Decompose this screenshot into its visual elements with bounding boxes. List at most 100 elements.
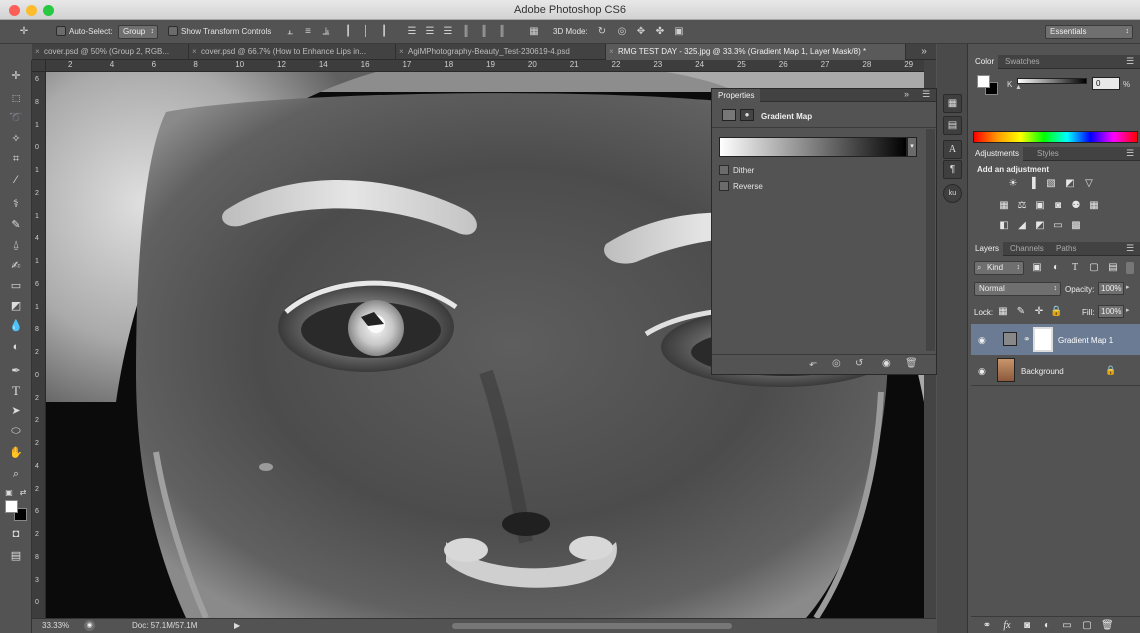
move-tool-icon[interactable]: ✛ [8,68,24,84]
auto-align-icon[interactable]: ▦ [526,24,542,40]
filter-shape-icon[interactable]: ▢ [1088,262,1100,274]
distribute-vcenter-icon[interactable]: ☰ [422,24,438,40]
document-tab[interactable]: × cover.psd @ 50% (Group 2, RGB... [32,44,189,60]
distribute-right-icon[interactable]: ║ [494,24,510,40]
eyedropper-tool-icon[interactable]: ⁄ [8,172,24,188]
status-menu-arrow-icon[interactable]: ▶ [234,621,240,630]
path-selection-tool-icon[interactable]: ➤ [8,403,24,419]
ruler-origin[interactable] [32,60,46,72]
filter-adjustment-icon[interactable]: ◐ [1050,262,1062,274]
3d-roll-icon[interactable]: ◎ [614,24,630,40]
tab-layers[interactable]: Layers [971,242,1004,256]
close-tab-icon[interactable]: × [192,44,197,60]
layer-visibility-eye-icon[interactable]: ◉ [978,366,986,377]
gradient-dropdown-arrow-icon[interactable]: ▾ [907,137,917,157]
align-bottom-icon[interactable]: ⫡ [318,24,334,40]
filter-toggle[interactable] [1126,262,1134,274]
lock-image-icon[interactable]: ✎ [1015,306,1027,318]
paragraph-panel-icon[interactable]: ¶ [943,160,962,179]
filter-type-icon[interactable]: T [1069,262,1081,274]
exposure-icon[interactable]: ◩ [1064,178,1076,190]
panel-menu-icon[interactable]: ☰ [922,89,930,100]
history-brush-tool-icon[interactable]: ✍ [8,258,24,274]
selective-color-icon[interactable]: ▩ [1070,220,1082,232]
zoom-level[interactable]: 33.33% [42,621,69,630]
properties-scrollbar[interactable] [926,129,935,351]
panel-menu-icon[interactable]: ☰ [1126,56,1134,67]
photo-filter-icon[interactable]: ◙ [1052,200,1064,212]
tab-overflow-icon[interactable]: » [916,44,932,60]
align-hcenter-icon[interactable]: │ [358,24,374,40]
align-top-icon[interactable]: ⫠ [282,24,298,40]
properties-tab[interactable]: Properties [712,89,761,102]
color-lookup-icon[interactable]: ▦ [1088,200,1100,212]
dither-checkbox[interactable] [719,165,729,175]
plugin-panel-icon[interactable]: ku [943,184,962,203]
quick-selection-tool-icon[interactable]: ✧ [8,131,24,147]
vibrance-icon[interactable]: ▽ [1083,178,1095,190]
lock-position-icon[interactable]: ✛ [1033,306,1045,318]
tab-styles[interactable]: Styles [1033,147,1063,161]
panel-menu-icon[interactable]: ☰ [1126,243,1134,254]
collapse-panel-icon[interactable]: » [904,89,909,99]
history-panel-icon[interactable]: ▦ [943,94,962,113]
adjustment-mode-icon[interactable] [722,109,736,121]
document-tab[interactable]: × cover.psd @ 66.7% (How to Enhance Lips … [189,44,396,60]
quick-mask-icon[interactable]: ◘ [8,526,24,542]
show-transform-checkbox[interactable] [168,26,178,36]
ellipse-tool-icon[interactable]: ⬭ [8,423,24,439]
lock-all-icon[interactable]: 🔒 [1050,306,1062,318]
3d-scale-icon[interactable]: ▣ [671,24,687,40]
k-slider[interactable] [1017,78,1087,84]
move-tool-preset-icon[interactable]: ✛ [16,24,32,40]
properties-panel-icon[interactable]: ▤ [943,116,962,135]
align-left-icon[interactable]: ┃ [340,24,356,40]
blur-tool-icon[interactable]: 💧 [8,318,24,334]
status-info-icon[interactable]: ◉ [84,620,95,631]
screen-mode-icon[interactable]: ▤ [8,548,24,564]
close-tab-icon[interactable]: × [609,44,614,60]
auto-select-dropdown[interactable]: Group [118,25,158,39]
invert-icon[interactable]: ◧ [998,220,1010,232]
k-slider-handle-icon[interactable]: ▲ [1015,84,1022,91]
dodge-tool-icon[interactable]: ◐ [8,339,24,355]
layer-name[interactable]: Background [1021,367,1064,376]
fill-input[interactable]: 100% [1098,305,1124,318]
layer-style-fx-icon[interactable]: fx [1001,620,1013,632]
paint-bucket-tool-icon[interactable]: ◩ [8,298,24,314]
clip-to-layer-icon[interactable]: ⬐ [809,358,817,369]
document-tab-active[interactable]: × RMG TEST DAY - 325.jpg @ 33.3% (Gradien… [606,44,906,60]
distribute-top-icon[interactable]: ☰ [404,24,420,40]
view-previous-state-icon[interactable]: ◎ [832,358,841,369]
close-tab-icon[interactable]: × [35,44,40,60]
zoom-tool-icon[interactable]: ⌕ [8,466,24,482]
opacity-slider-arrow-icon[interactable]: ▸ [1126,283,1130,291]
levels-icon[interactable]: ▐ [1026,178,1038,190]
mask-link-icon[interactable]: ⚭ [1023,334,1031,345]
foreground-color-swatch[interactable] [5,500,18,513]
gradient-map-icon[interactable]: ▭ [1052,220,1064,232]
tab-adjustments[interactable]: Adjustments [971,147,1024,161]
panel-menu-icon[interactable]: ☰ [1126,148,1134,159]
pen-tool-icon[interactable]: ✒ [8,363,24,379]
3d-rotate-icon[interactable]: ↻ [594,24,610,40]
default-colors-icon[interactable]: ▣ [4,485,14,501]
brush-tool-icon[interactable]: ✎ [8,217,24,233]
blend-mode-dropdown[interactable]: Normal [974,282,1061,296]
layer-row-selected[interactable] [971,324,1140,355]
link-layers-icon[interactable]: ⚭ [981,620,993,632]
lasso-tool-icon[interactable]: ➰ [8,110,24,126]
gradient-preview[interactable] [719,137,907,157]
tab-color[interactable]: Color [971,55,999,69]
brightness-contrast-icon[interactable]: ☀ [1007,178,1019,190]
distribute-left-icon[interactable]: ║ [458,24,474,40]
k-value-input[interactable]: 0 [1092,77,1120,90]
character-panel-icon[interactable]: A [943,140,962,159]
hue-saturation-icon[interactable]: ▦ [998,200,1010,212]
layer-name[interactable]: Gradient Map 1 [1058,336,1113,345]
distribute-bottom-icon[interactable]: ☰ [440,24,456,40]
eraser-tool-icon[interactable]: ▭ [8,278,24,294]
3d-slide-icon[interactable]: ✤ [652,24,668,40]
properties-header[interactable]: Properties » ☰ [712,89,936,102]
threshold-icon[interactable]: ◩ [1034,220,1046,232]
